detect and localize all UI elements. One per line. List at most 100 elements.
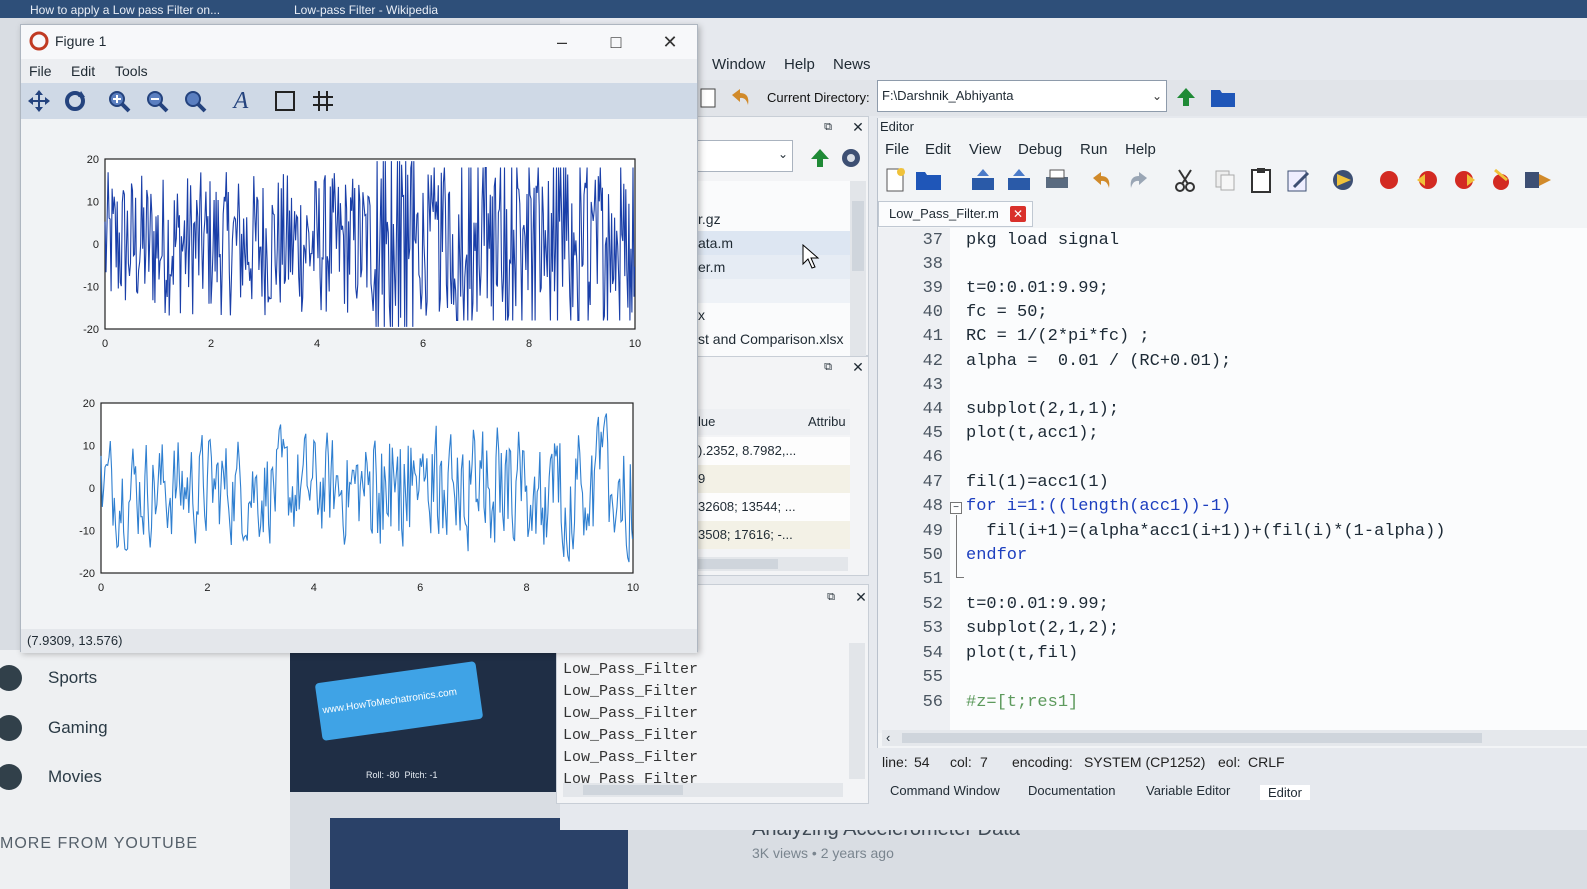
menu-window[interactable]: Window (712, 56, 765, 73)
scroll-thumb[interactable] (583, 785, 683, 795)
axes-box-icon[interactable] (271, 87, 299, 115)
list-item[interactable] (698, 279, 850, 303)
text-annotation-icon[interactable]: A (227, 87, 255, 115)
save-as-icon[interactable] (1005, 166, 1033, 194)
figure-menu-file[interactable]: File (29, 63, 52, 79)
sidebar-item-gaming[interactable]: Gaming (0, 708, 108, 748)
list-item[interactable]: Low_Pass_Filter (563, 727, 698, 744)
code-line[interactable]: RC = 1/(2*pi*fc) ; (966, 327, 1150, 346)
undock-icon[interactable]: ⧉ (823, 589, 839, 605)
breakpoint-icon[interactable] (1375, 166, 1403, 194)
column-header-value[interactable]: lue (698, 414, 715, 429)
horizontal-scrollbar[interactable] (698, 557, 848, 571)
next-breakpoint-icon[interactable] (1451, 166, 1479, 194)
editor-menu-view[interactable]: View (969, 141, 1001, 158)
code-line[interactable]: alpha = 0.01 / (RC+0.01); (966, 352, 1231, 371)
code-line[interactable]: endfor (966, 546, 1027, 565)
code-line[interactable]: t=0:0.01:9.99; (966, 595, 1109, 614)
previous-breakpoint-icon[interactable] (1413, 166, 1441, 194)
editor-tab[interactable]: Low_Pass_Filter.m ✕ (878, 201, 1033, 227)
editor-menu-help[interactable]: Help (1125, 141, 1156, 158)
close-icon[interactable]: ✕ (1010, 206, 1026, 222)
code-line[interactable]: #z=[t;res1] (966, 693, 1078, 712)
menu-help[interactable]: Help (784, 56, 815, 73)
list-item[interactable]: r.gz (698, 207, 850, 231)
scroll-thumb[interactable] (852, 201, 864, 271)
table-row[interactable]: 9 (698, 465, 850, 493)
maximize-button[interactable]: □ (601, 29, 631, 55)
undo-icon[interactable] (1087, 166, 1115, 194)
code-line[interactable]: t=0:0.01:9.99; (966, 279, 1109, 298)
table-row[interactable]: 3508; 17616; -... (698, 521, 850, 549)
copy-icon[interactable] (1211, 166, 1239, 194)
figure-menu-tools[interactable]: Tools (115, 63, 148, 79)
editor-menu-debug[interactable]: Debug (1018, 141, 1062, 158)
paste-icon[interactable] (1247, 166, 1275, 194)
settings-icon[interactable] (1329, 166, 1357, 194)
remove-breakpoints-icon[interactable] (1487, 166, 1515, 194)
chevron-down-icon[interactable]: ⌄ (778, 147, 788, 161)
code-line[interactable]: fil(1)=acc1(1) (966, 473, 1109, 492)
figure-titlebar[interactable]: Figure 1 – □ ✕ (21, 25, 697, 59)
pan-icon[interactable] (25, 87, 53, 115)
list-item[interactable]: Low_Pass_Filter (563, 749, 698, 766)
table-row[interactable]: 32608; 13544; ... (698, 493, 850, 521)
close-icon[interactable]: ✕ (850, 119, 866, 135)
find-icon[interactable] (1285, 166, 1313, 194)
tab-variable-editor[interactable]: Variable Editor (1146, 783, 1230, 798)
undock-icon[interactable]: ⧉ (820, 119, 836, 135)
undo-icon[interactable] (727, 84, 753, 110)
list-item[interactable]: Low_Pass_Filter (563, 683, 698, 700)
close-icon[interactable]: ✕ (853, 589, 869, 605)
print-icon[interactable] (1043, 166, 1071, 194)
table-row[interactable]: ).2352, 8.7982,... (698, 437, 850, 465)
figure-canvas[interactable]: 0 2 4 6 8 10 20 10 0 -10 -20 0 2 4 6 8 10 20 10 0 -10 -20 (21, 119, 697, 629)
vertical-scrollbar[interactable] (850, 181, 866, 357)
close-button[interactable]: ✕ (655, 29, 685, 55)
figure-menu-edit[interactable]: Edit (71, 63, 95, 79)
minimize-button[interactable]: – (547, 29, 577, 55)
tab-command-window[interactable]: Command Window (890, 783, 1000, 798)
cut-icon[interactable] (1171, 166, 1199, 194)
browser-tab[interactable]: How to apply a Low pass Filter on... (30, 2, 220, 18)
redo-icon[interactable] (1125, 166, 1153, 194)
zoom-in-icon[interactable] (105, 87, 133, 115)
code-line[interactable]: for i=1:((length(acc1))-1) (966, 497, 1231, 516)
tab-documentation[interactable]: Documentation (1028, 783, 1115, 798)
save-icon[interactable] (969, 166, 997, 194)
sidebar-item-movies[interactable]: Movies (0, 757, 102, 797)
open-file-icon[interactable] (915, 166, 943, 194)
chevron-down-icon[interactable]: ⌄ (1152, 81, 1162, 111)
scroll-thumb[interactable] (698, 559, 778, 569)
file-filter-input[interactable]: ⌄ (697, 140, 793, 172)
code-line[interactable]: plot(t,fil) (966, 644, 1078, 663)
code-line[interactable]: subplot(2,1,1); (966, 400, 1119, 419)
gear-icon[interactable] (836, 143, 866, 173)
plot-area[interactable]: 0 2 4 6 8 1020100-10-200 2 4 6 8 1020100-10-20 (21, 119, 697, 629)
column-header-attribute[interactable]: Attribu (808, 414, 846, 429)
scroll-thumb[interactable] (902, 733, 1482, 743)
horizontal-scrollbar[interactable] (563, 783, 843, 797)
zoom-out-icon[interactable] (143, 87, 171, 115)
editor-menu-file[interactable]: File (885, 141, 909, 158)
menu-news[interactable]: News (833, 56, 871, 73)
code-line[interactable]: fc = 50; (966, 303, 1048, 322)
list-item[interactable]: x (698, 303, 850, 327)
browse-folder-icon[interactable] (1209, 84, 1237, 110)
chevron-left-icon[interactable]: ‹ (886, 730, 890, 745)
close-icon[interactable]: ✕ (850, 359, 866, 375)
list-item[interactable]: st and Comparison.xlsx (698, 327, 850, 351)
parent-directory-icon[interactable] (1173, 84, 1199, 110)
clipboard-icon[interactable] (697, 84, 719, 110)
run-file-icon[interactable] (1523, 166, 1551, 194)
new-file-icon[interactable] (881, 166, 909, 194)
editor-horizontal-scrollbar[interactable]: ‹ (882, 730, 1587, 746)
browser-tab[interactable]: Low-pass Filter - Wikipedia (294, 2, 438, 18)
list-item[interactable]: er.m (698, 255, 850, 279)
list-item[interactable]: Low_Pass_Filter (563, 661, 698, 678)
list-item[interactable]: Low_Pass_Filter (563, 705, 698, 722)
undock-icon[interactable]: ⧉ (820, 359, 836, 375)
code-line[interactable]: pkg load signal (966, 231, 1119, 250)
video-thumbnail[interactable]: www.HowToMechatronics.com Roll: -80 Pitc… (290, 652, 556, 792)
editor-menu-edit[interactable]: Edit (925, 141, 951, 158)
